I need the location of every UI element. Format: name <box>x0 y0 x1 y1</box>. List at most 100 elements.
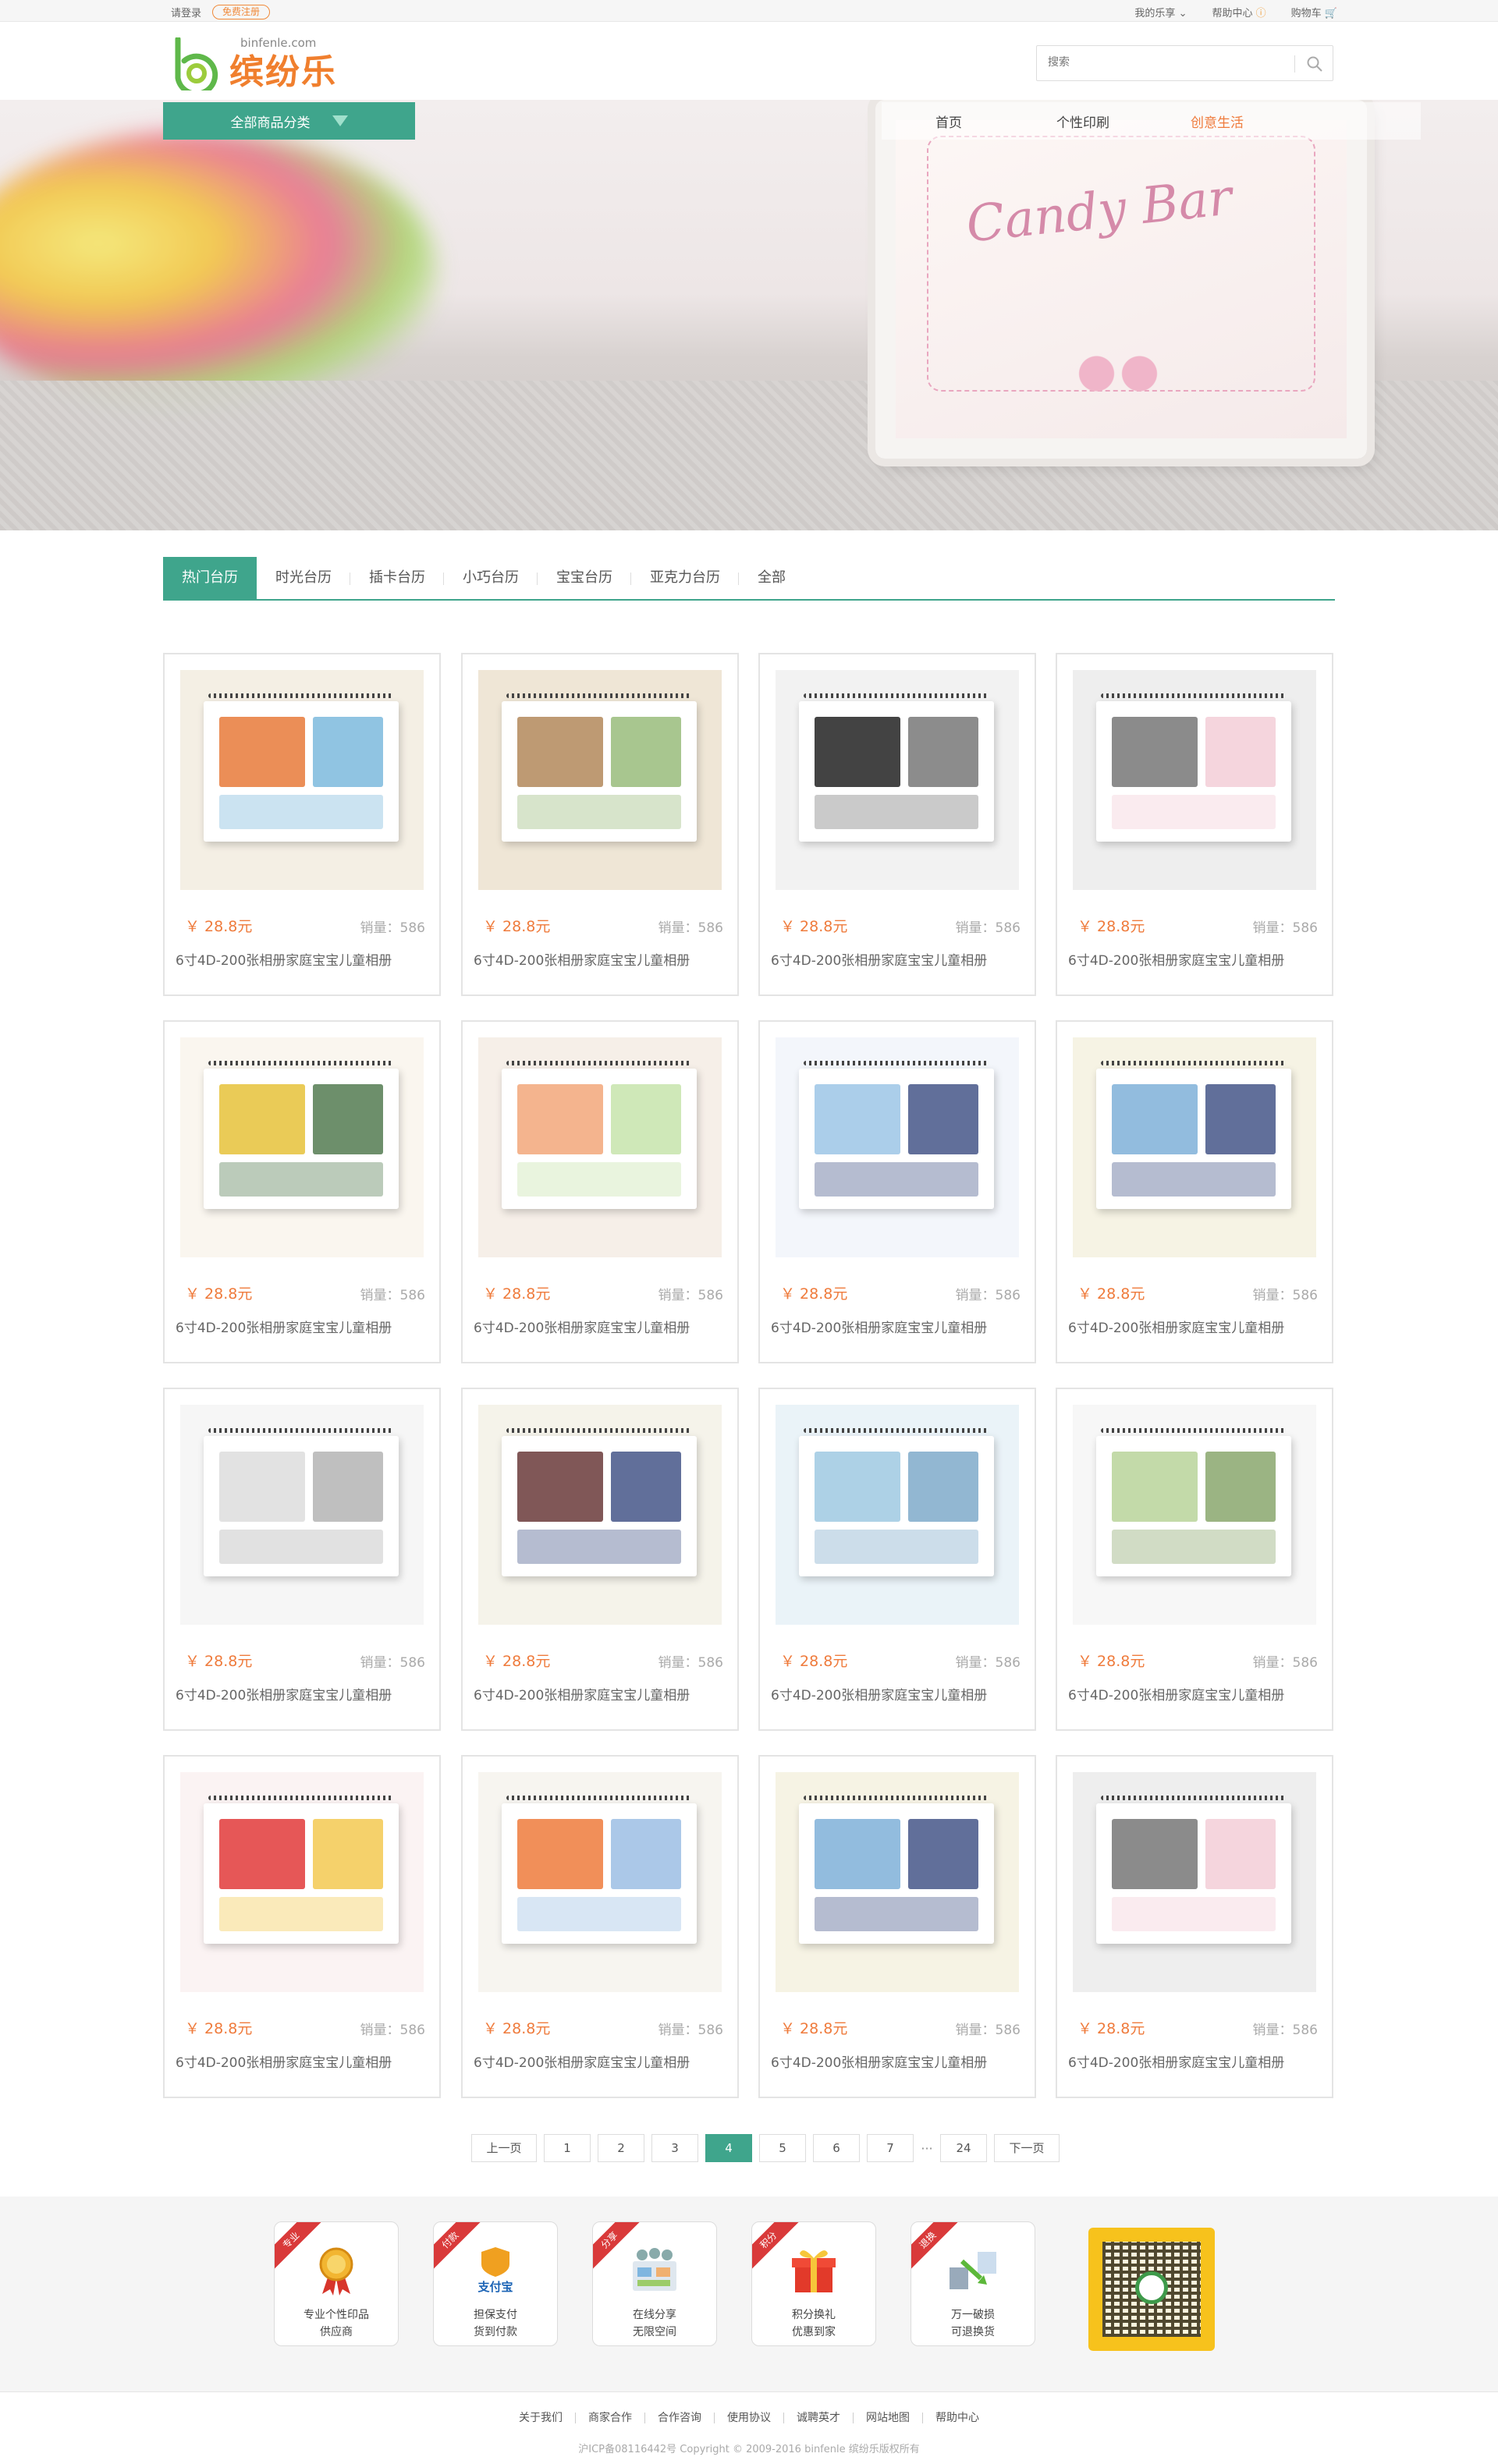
page-5[interactable]: 5 <box>759 2134 806 2162</box>
product-card[interactable]: ￥ 28.8元 销量：586 6寸4D-200张相册家庭宝宝儿童相册 <box>758 1755 1036 2098</box>
footer-link-terms[interactable]: 使用协议 <box>715 2413 784 2423</box>
product-image[interactable] <box>776 1037 1019 1257</box>
product-image[interactable] <box>776 670 1019 890</box>
footer-link-about[interactable]: 关于我们 <box>506 2413 576 2423</box>
product-card[interactable]: ￥ 28.8元 销量：586 6寸4D-200张相册家庭宝宝儿童相册 <box>1056 1020 1333 1363</box>
feature-share[interactable]: 分享 在线分享 无限空间 <box>592 2221 717 2346</box>
tab-baby[interactable]: 宝宝台历 <box>538 557 631 599</box>
product-image[interactable] <box>180 1037 424 1257</box>
all-categories-button[interactable]: 全部商品分类 <box>163 102 415 140</box>
product-image[interactable] <box>1073 670 1316 890</box>
feature-points[interactable]: 积分 积分换礼 优惠到家 <box>751 2221 876 2346</box>
page-4-current[interactable]: 4 <box>705 2134 752 2162</box>
search-icon[interactable] <box>1306 55 1323 73</box>
product-image[interactable] <box>1073 1772 1316 1992</box>
tab-time[interactable]: 时光台历 <box>257 557 350 599</box>
page-2[interactable]: 2 <box>598 2134 644 2162</box>
site-logo[interactable]: binfenle.com 缤纷乐 <box>169 30 371 92</box>
product-name[interactable]: 6寸4D-200张相册家庭宝宝儿童相册 <box>1068 2051 1284 2071</box>
tab-hot[interactable]: 热门台历 <box>163 557 257 599</box>
cart-icon: 🛒 <box>1324 8 1337 19</box>
info-icon: ⓘ <box>1255 8 1266 19</box>
prev-page-button[interactable]: 上一页 <box>471 2134 537 2162</box>
footer-link-consult[interactable]: 合作咨询 <box>645 2413 715 2423</box>
footer-link-help[interactable]: 帮助中心 <box>923 2413 992 2423</box>
product-name[interactable]: 6寸4D-200张相册家庭宝宝儿童相册 <box>176 1317 392 1336</box>
product-name[interactable]: 6寸4D-200张相册家庭宝宝儿童相册 <box>1068 1684 1284 1704</box>
chevron-down-icon: ⌄ <box>1178 8 1187 19</box>
product-name[interactable]: 6寸4D-200张相册家庭宝宝儿童相册 <box>474 2051 690 2071</box>
product-card[interactable]: ￥ 28.8元 销量：586 6寸4D-200张相册家庭宝宝儿童相册 <box>758 653 1036 996</box>
product-image[interactable] <box>478 1405 722 1625</box>
page-1[interactable]: 1 <box>544 2134 591 2162</box>
page-last[interactable]: 24 <box>940 2134 987 2162</box>
product-image[interactable] <box>776 1405 1019 1625</box>
product-image[interactable] <box>1073 1405 1316 1625</box>
footer-link-jobs[interactable]: 诚聘英才 <box>784 2413 854 2423</box>
feature-exchange[interactable]: 退换 万一破损 可退换货 <box>911 2221 1035 2346</box>
help-center-link[interactable]: 帮助中心 ⓘ <box>1212 5 1265 19</box>
feature-payment[interactable]: 付款 支付宝 担保支付 货到付款 <box>433 2221 558 2346</box>
product-image[interactable] <box>1073 1037 1316 1257</box>
product-card[interactable]: ￥ 28.8元 销量：586 6寸4D-200张相册家庭宝宝儿童相册 <box>461 1755 739 2098</box>
hero-banner[interactable]: Candy Bar <box>0 100 1498 530</box>
footer-links: 关于我们 商家合作 合作咨询 使用协议 诚聘英才 网站地图 帮助中心 <box>0 2413 1498 2423</box>
nav-home[interactable]: 首页 <box>882 112 1016 131</box>
product-card[interactable]: ￥ 28.8元 销量：586 6寸4D-200张相册家庭宝宝儿童相册 <box>758 1388 1036 1731</box>
footer-link-sitemap[interactable]: 网站地图 <box>854 2413 923 2423</box>
product-name[interactable]: 6寸4D-200张相册家庭宝宝儿童相册 <box>474 1317 690 1336</box>
product-card[interactable]: ￥ 28.8元 销量：586 6寸4D-200张相册家庭宝宝儿童相册 <box>461 1388 739 1731</box>
product-image[interactable] <box>776 1772 1019 1992</box>
cart-link[interactable]: 购物车 🛒 <box>1291 5 1337 19</box>
product-sales: 销量：586 <box>955 920 1021 936</box>
product-name[interactable]: 6寸4D-200张相册家庭宝宝儿童相册 <box>1068 949 1284 969</box>
footer-link-business[interactable]: 商家合作 <box>576 2413 645 2423</box>
product-name[interactable]: 6寸4D-200张相册家庭宝宝儿童相册 <box>771 1317 987 1336</box>
product-card[interactable]: ￥ 28.8元 销量：586 6寸4D-200张相册家庭宝宝儿童相册 <box>1056 1388 1333 1731</box>
my-account-menu[interactable]: 我的乐享 ⌄ <box>1134 5 1187 19</box>
product-image[interactable] <box>478 670 722 890</box>
product-price: ￥ 28.8元 <box>483 2020 551 2037</box>
product-price: ￥ 28.8元 <box>483 918 551 935</box>
product-image[interactable] <box>180 1405 424 1625</box>
product-name[interactable]: 6寸4D-200张相册家庭宝宝儿童相册 <box>1068 1317 1284 1336</box>
feature-professional[interactable]: 专业 专业个性印品 供应商 <box>274 2221 399 2346</box>
product-name[interactable]: 6寸4D-200张相册家庭宝宝儿童相册 <box>474 1684 690 1704</box>
page-6[interactable]: 6 <box>813 2134 860 2162</box>
tab-mini[interactable]: 小巧台历 <box>444 557 538 599</box>
product-card[interactable]: ￥ 28.8元 销量：586 6寸4D-200张相册家庭宝宝儿童相册 <box>163 653 441 996</box>
product-name[interactable]: 6寸4D-200张相册家庭宝宝儿童相册 <box>771 2051 987 2071</box>
service-features: 专业 专业个性印品 供应商 付款 支付宝 担保支付 货到付款 分享 在线分享 无限空间… <box>0 2196 1498 2391</box>
register-button[interactable]: 免费注册 <box>212 5 271 19</box>
product-card[interactable]: ￥ 28.8元 销量：586 6寸4D-200张相册家庭宝宝儿童相册 <box>461 1020 739 1363</box>
product-image[interactable] <box>478 1772 722 1992</box>
tab-card[interactable]: 插卡台历 <box>350 557 444 599</box>
product-card[interactable]: ￥ 28.8元 销量：586 6寸4D-200张相册家庭宝宝儿童相册 <box>163 1755 441 2098</box>
product-card[interactable]: ￥ 28.8元 销量：586 6寸4D-200张相册家庭宝宝儿童相册 <box>758 1020 1036 1363</box>
product-sales: 销量：586 <box>360 2023 425 2038</box>
tab-all[interactable]: 全部 <box>739 557 804 599</box>
product-card[interactable]: ￥ 28.8元 销量：586 6寸4D-200张相册家庭宝宝儿童相册 <box>1056 653 1333 996</box>
next-page-button[interactable]: 下一页 <box>994 2134 1060 2162</box>
search-input[interactable] <box>1048 55 1282 68</box>
product-image[interactable] <box>478 1037 722 1257</box>
product-card[interactable]: ￥ 28.8元 销量：586 6寸4D-200张相册家庭宝宝儿童相册 <box>163 1020 441 1363</box>
product-name[interactable]: 6寸4D-200张相册家庭宝宝儿童相册 <box>176 2051 392 2071</box>
product-card[interactable]: ￥ 28.8元 销量：586 6寸4D-200张相册家庭宝宝儿童相册 <box>1056 1755 1333 2098</box>
product-name[interactable]: 6寸4D-200张相册家庭宝宝儿童相册 <box>474 949 690 969</box>
page-7[interactable]: 7 <box>867 2134 914 2162</box>
nav-creative-life[interactable]: 创意生活 <box>1150 112 1284 131</box>
product-image[interactable] <box>180 1772 424 1992</box>
product-name[interactable]: 6寸4D-200张相册家庭宝宝儿童相册 <box>176 1684 392 1704</box>
tab-acrylic[interactable]: 亚克力台历 <box>631 557 739 599</box>
product-image[interactable] <box>180 670 424 890</box>
product-name[interactable]: 6寸4D-200张相册家庭宝宝儿童相册 <box>771 949 987 969</box>
page-3[interactable]: 3 <box>651 2134 698 2162</box>
product-card[interactable]: ￥ 28.8元 销量：586 6寸4D-200张相册家庭宝宝儿童相册 <box>461 653 739 996</box>
product-name[interactable]: 6寸4D-200张相册家庭宝宝儿童相册 <box>771 1684 987 1704</box>
product-card[interactable]: ￥ 28.8元 销量：586 6寸4D-200张相册家庭宝宝儿童相册 <box>163 1388 441 1731</box>
nav-custom-print[interactable]: 个性印刷 <box>1016 112 1150 131</box>
login-link[interactable]: 请登录 <box>171 5 201 19</box>
candy-bar-frame-image: Candy Bar <box>875 100 1367 459</box>
product-name[interactable]: 6寸4D-200张相册家庭宝宝儿童相册 <box>176 949 392 969</box>
